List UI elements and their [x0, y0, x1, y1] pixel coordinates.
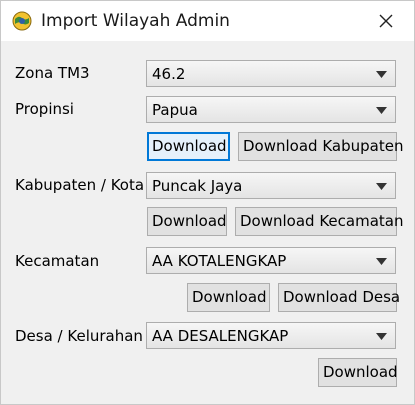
kecamatan-value: AA KOTALENGKAP	[152, 252, 287, 270]
kabupaten-download-button[interactable]: Download	[147, 207, 227, 236]
kecamatan-select[interactable]: AA KOTALENGKAP	[146, 247, 396, 274]
propinsi-value: Papua	[152, 101, 198, 119]
kabupaten-select[interactable]: Puncak Jaya	[146, 172, 396, 199]
kecamatan-label: Kecamatan	[15, 252, 100, 270]
kabupaten-value: Puncak Jaya	[152, 177, 243, 195]
import-wilayah-dialog: Import Wilayah Admin Zona TM3 46.2 Propi…	[0, 0, 415, 405]
close-icon	[379, 14, 393, 28]
chevron-down-icon	[376, 258, 387, 265]
desa-label: Desa / Kelurahan	[15, 327, 143, 345]
chevron-down-icon	[376, 107, 387, 114]
chevron-down-icon	[376, 333, 387, 340]
desa-select[interactable]: AA DESALENGKAP	[146, 322, 396, 349]
chevron-down-icon	[376, 183, 387, 190]
qgis-globe-icon	[12, 11, 32, 31]
zona-value: 46.2	[152, 65, 186, 83]
download-desa-button[interactable]: Download Desa	[278, 283, 400, 312]
chevron-down-icon	[376, 71, 387, 78]
zona-label: Zona TM3	[15, 64, 90, 82]
download-kabupaten-button[interactable]: Download Kabupaten	[238, 132, 403, 161]
propinsi-label: Propinsi	[15, 100, 74, 118]
title-bar: Import Wilayah Admin	[1, 1, 414, 41]
desa-download-button[interactable]: Download	[318, 358, 398, 387]
kabupaten-label: Kabupaten / Kota	[15, 176, 145, 194]
kecamatan-download-button[interactable]: Download	[187, 283, 270, 312]
window-title: Import Wilayah Admin	[41, 11, 230, 31]
zona-select[interactable]: 46.2	[146, 60, 396, 87]
propinsi-select[interactable]: Papua	[146, 96, 396, 123]
desa-value: AA DESALENGKAP	[152, 327, 289, 345]
propinsi-download-button[interactable]: Download	[147, 132, 230, 161]
download-kecamatan-button[interactable]: Download Kecamatan	[235, 207, 403, 236]
close-button[interactable]	[369, 5, 403, 37]
